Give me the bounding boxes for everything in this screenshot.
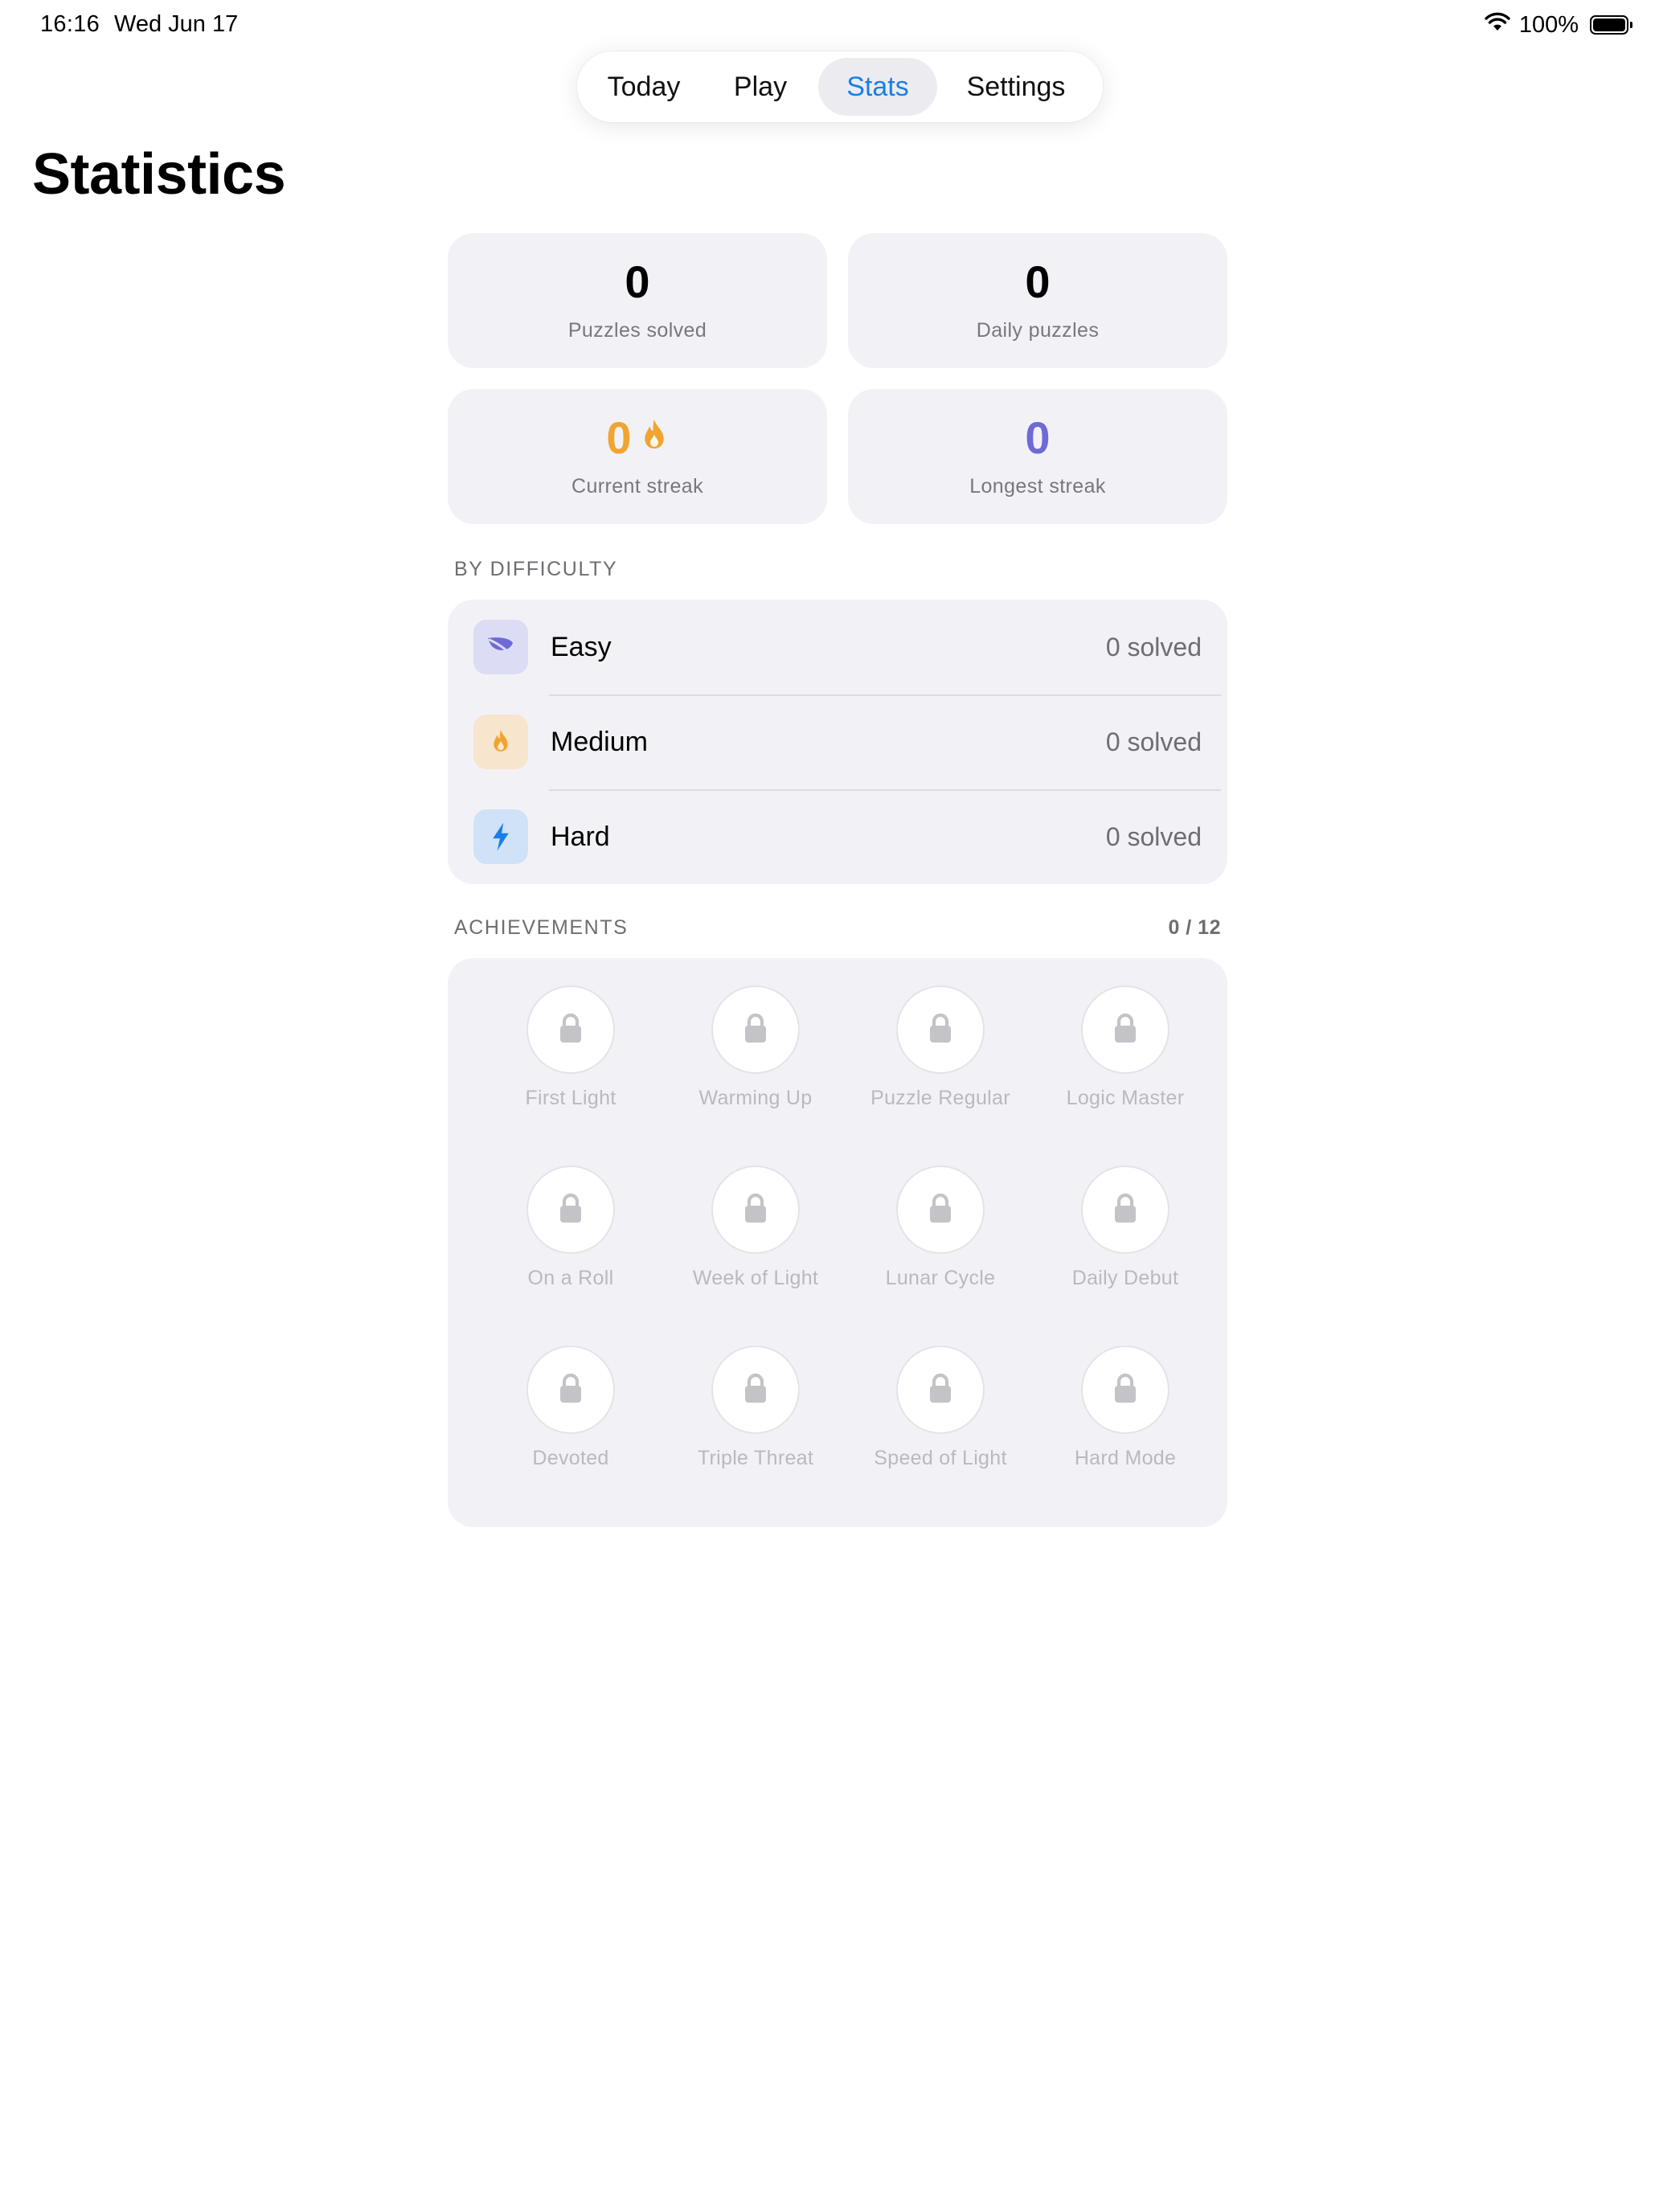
lock-icon (557, 1372, 584, 1408)
achievement-badge (711, 1165, 800, 1254)
tab-settings[interactable]: Settings (937, 58, 1095, 116)
section-title: BY DIFFICULTY (454, 557, 618, 580)
lock-icon (1112, 1012, 1139, 1048)
difficulty-name: Medium (551, 726, 648, 757)
achievement-badge (1081, 1165, 1169, 1254)
status-bar: 16:16 Wed Jun 17 100% (0, 0, 1659, 51)
difficulty-name: Easy (551, 631, 612, 662)
difficulty-row-medium: Medium 0 solved (448, 694, 1227, 789)
difficulty-row-easy: Easy 0 solved (448, 600, 1227, 694)
battery-icon (1590, 15, 1632, 35)
stat-label: Puzzles solved (567, 318, 707, 342)
achievement-name: Week of Light (692, 1267, 819, 1289)
status-date: Wed Jun 17 (114, 11, 239, 37)
stat-label: Longest streak (969, 474, 1106, 498)
achievement-warming-up[interactable]: Warming Up (663, 985, 848, 1165)
difficulty-count: 0 solved (1105, 727, 1202, 756)
achievement-speed-of-light[interactable]: Speed of Light (848, 1346, 1033, 1526)
lock-icon (927, 1012, 954, 1048)
status-right: 100% (1484, 11, 1632, 39)
flame-icon (640, 416, 669, 461)
achievement-name: Speed of Light (874, 1447, 1007, 1469)
achievements-grid-card: First Light Warming Up Puzzle Regular Logic… (448, 958, 1227, 1527)
status-time: 16:16 (40, 11, 100, 37)
lock-icon (1112, 1192, 1139, 1228)
stat-label: Daily puzzles (976, 318, 1100, 342)
achievement-lunar-cycle[interactable]: Lunar Cycle (848, 1165, 1033, 1346)
achievement-badge (896, 1165, 985, 1254)
stats-grid: 0 Puzzles solved 0 Daily puzzles 0 Curre… (448, 233, 1227, 524)
achievement-name: On a Roll (527, 1267, 614, 1289)
stat-card-daily-puzzles: 0 Daily puzzles (848, 233, 1227, 368)
stat-card-longest-streak: 0 Longest streak (848, 389, 1227, 524)
achievement-logic-master[interactable]: Logic Master (1033, 985, 1218, 1165)
wifi-icon (1484, 11, 1511, 39)
achievement-badge (896, 985, 985, 1074)
achievement-badge (711, 1346, 800, 1434)
difficulty-name: Hard (551, 821, 610, 852)
achievement-badge (526, 1346, 615, 1434)
achievement-badge (526, 1165, 615, 1254)
achievement-badge (1081, 1346, 1169, 1434)
tab-play[interactable]: Play (703, 58, 818, 116)
achievement-hard-mode[interactable]: Hard Mode (1033, 1346, 1218, 1526)
achievement-puzzle-regular[interactable]: Puzzle Regular (848, 985, 1033, 1165)
achievement-name: Triple Threat (697, 1447, 814, 1469)
achievement-badge (526, 985, 615, 1074)
top-tab-bar: Today Play Stats Settings (577, 51, 1103, 122)
page-title: Statistics (32, 142, 286, 207)
achievement-name: Lunar Cycle (885, 1267, 996, 1289)
achievements-grid: First Light Warming Up Puzzle Regular Logic… (478, 985, 1218, 1526)
bolt-icon (473, 809, 528, 864)
stat-label: Current streak (571, 474, 703, 498)
achievement-badge (1081, 985, 1169, 1074)
lock-icon (557, 1012, 584, 1048)
achievements-count: 0 / 12 (1168, 916, 1221, 939)
stat-value: 0 (625, 256, 650, 307)
battery-percent: 100% (1518, 11, 1579, 38)
stat-value: 0 (606, 412, 632, 463)
stat-card-puzzles-solved: 0 Puzzles solved (448, 233, 827, 368)
flame-icon (473, 715, 528, 769)
difficulty-row-hard: Hard 0 solved (448, 789, 1227, 884)
achievement-name: Warming Up (698, 1087, 813, 1109)
achievement-week-of-light[interactable]: Week of Light (663, 1165, 848, 1346)
achievement-name: Hard Mode (1074, 1447, 1177, 1469)
achievement-triple-threat[interactable]: Triple Threat (663, 1346, 848, 1526)
lock-icon (557, 1192, 584, 1228)
lock-icon (1112, 1372, 1139, 1408)
leaf-icon (473, 620, 528, 674)
stat-value-row: 0 (606, 412, 669, 463)
tab-today[interactable]: Today (585, 58, 703, 116)
lock-icon (927, 1372, 954, 1408)
achievement-badge (896, 1346, 985, 1434)
stats-content: 0 Puzzles solved 0 Daily puzzles 0 Curre… (448, 233, 1227, 1527)
achievement-name: First Light (525, 1087, 616, 1109)
stat-value: 0 (1025, 256, 1051, 307)
lock-icon (742, 1012, 769, 1048)
lock-icon (742, 1192, 769, 1228)
section-title: ACHIEVEMENTS (454, 916, 629, 939)
achievement-devoted[interactable]: Devoted (478, 1346, 663, 1526)
achievement-first-light[interactable]: First Light (478, 985, 663, 1165)
section-header-difficulty: BY DIFFICULTY (448, 553, 1227, 585)
achievement-on-a-roll[interactable]: On a Roll (478, 1165, 663, 1346)
section-header-achievements: ACHIEVEMENTS 0 / 12 (448, 911, 1227, 944)
stat-card-current-streak: 0 Current streak (448, 389, 827, 524)
difficulty-count: 0 solved (1105, 821, 1202, 851)
difficulty-count: 0 solved (1105, 632, 1202, 662)
stat-value: 0 (1025, 412, 1051, 463)
achievement-name: Devoted (532, 1447, 609, 1469)
achievement-name: Puzzle Regular (870, 1087, 1010, 1109)
achievement-name: Daily Debut (1071, 1267, 1179, 1289)
achievement-daily-debut[interactable]: Daily Debut (1033, 1165, 1218, 1346)
tab-stats[interactable]: Stats (818, 58, 937, 116)
difficulty-list: Easy 0 solved Medium 0 solved Hard 0 sol… (448, 600, 1227, 884)
achievement-name: Logic Master (1066, 1087, 1185, 1109)
lock-icon (742, 1372, 769, 1408)
lock-icon (927, 1192, 954, 1228)
achievement-badge (711, 985, 800, 1074)
